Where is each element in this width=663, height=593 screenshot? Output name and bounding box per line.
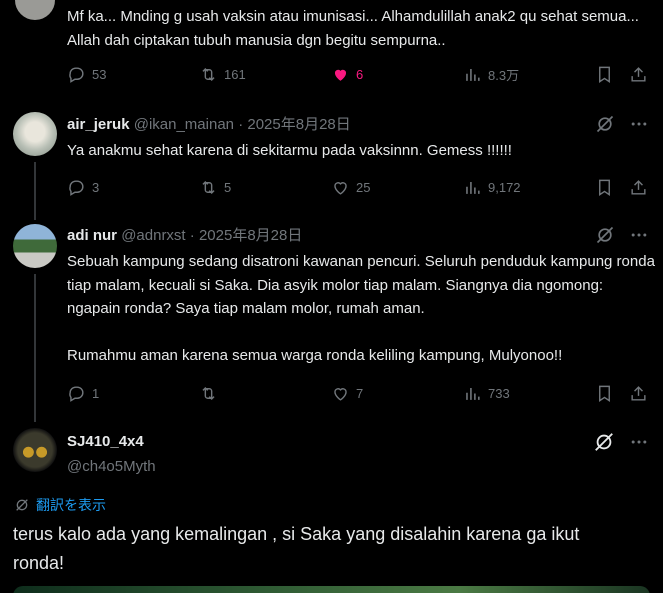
analytics-icon <box>466 68 480 81</box>
like-button[interactable]: 6 <box>331 62 363 86</box>
repost-icon <box>202 386 215 400</box>
heart-icon <box>334 387 347 401</box>
post-date[interactable]: 2025年8月28日 <box>247 116 350 133</box>
reply-button[interactable]: 3 <box>67 175 99 199</box>
bookmark-icon <box>599 179 610 196</box>
view-count: 733 <box>488 385 510 401</box>
share-icon <box>631 66 646 82</box>
post-text: Sebuah kampung sedang disatroni kawanan … <box>67 253 655 364</box>
post-actions: 53 161 6 8.3万 <box>67 62 653 86</box>
view-count: 8.3万 <box>488 67 520 83</box>
post-top-icons <box>595 114 649 134</box>
avatar[interactable] <box>13 0 57 22</box>
post-actions: 1 7 733 <box>67 381 653 405</box>
post-top-icons <box>595 225 649 245</box>
grok-icon[interactable] <box>595 114 615 134</box>
heart-icon <box>334 181 347 195</box>
like-count: 7 <box>356 385 364 401</box>
post-header: adi nur @adnrxst · 2025年8月28日 <box>67 226 302 246</box>
repost-icon <box>202 67 215 81</box>
separator: · <box>189 227 195 244</box>
post-media-image[interactable] <box>13 586 650 593</box>
views-button[interactable]: 733 <box>463 381 510 405</box>
analytics-icon <box>466 387 480 400</box>
grok-icon[interactable] <box>595 225 615 245</box>
user-handle[interactable]: @ikan_mainan <box>134 116 234 133</box>
views-button[interactable]: 9,172 <box>463 175 521 199</box>
reply-button[interactable]: 53 <box>67 62 106 86</box>
more-icon[interactable] <box>629 432 649 452</box>
like-button[interactable]: 7 <box>331 381 363 405</box>
translate-link[interactable]: 翻訳を表示 <box>14 495 106 515</box>
post-text: Mf ka... Mnding g usah vaksin atau imuni… <box>67 8 639 49</box>
repost-count: 161 <box>224 66 246 82</box>
avatar[interactable] <box>13 224 57 268</box>
repost-count: 5 <box>224 179 232 195</box>
reply-button[interactable]: 1 <box>67 381 99 405</box>
display-name[interactable]: air_jeruk <box>67 116 130 133</box>
translate-label: 翻訳を表示 <box>36 497 106 513</box>
translate-icon <box>16 499 28 511</box>
post-top-icons <box>593 431 649 453</box>
avatar[interactable] <box>13 428 57 472</box>
repost-button[interactable]: 5 <box>199 175 231 199</box>
analytics-icon <box>466 181 480 194</box>
share-icon <box>631 385 646 401</box>
post: adi nur @adnrxst · 2025年8月28日 Sebuah kam… <box>0 210 663 420</box>
more-icon[interactable] <box>629 225 649 245</box>
repost-button[interactable]: 161 <box>199 62 246 86</box>
like-button[interactable]: 25 <box>331 175 370 199</box>
separator: · <box>238 116 244 133</box>
reply-count: 53 <box>92 66 107 82</box>
post: Mf ka... Mnding g usah vaksin atau imuni… <box>0 0 663 100</box>
grok-icon[interactable] <box>593 431 615 453</box>
view-count: 9,172 <box>488 179 521 195</box>
post-header: SJ410_4x4 @ch4o5Myth <box>67 432 156 477</box>
post-actions: 3 5 25 9,172 <box>67 175 653 199</box>
post-header: air_jeruk @ikan_mainan · 2025年8月28日 <box>67 115 351 135</box>
repost-button[interactable] <box>199 381 224 405</box>
share-button[interactable] <box>629 381 654 405</box>
reply-count: 3 <box>92 179 100 195</box>
reply-icon <box>69 66 84 83</box>
avatar[interactable] <box>13 112 57 156</box>
more-icon[interactable] <box>629 114 649 134</box>
post-date[interactable]: 2025年8月28日 <box>199 227 302 244</box>
bookmark-icon <box>599 385 610 402</box>
reply-count: 1 <box>92 385 100 401</box>
repost-icon <box>202 180 215 194</box>
user-handle[interactable]: @ch4o5Myth <box>67 457 156 477</box>
main-post-text: terus kalo ada yang kemalingan , si Saka… <box>13 524 580 573</box>
share-button[interactable] <box>629 175 654 199</box>
views-button[interactable]: 8.3万 <box>463 62 519 86</box>
bookmark-button[interactable] <box>595 381 620 405</box>
display-name[interactable]: adi nur <box>67 227 117 244</box>
bookmark-button[interactable] <box>595 175 620 199</box>
user-handle[interactable]: @adnrxst <box>121 227 185 244</box>
display-name[interactable]: SJ410_4x4 <box>67 432 156 452</box>
share-icon <box>631 179 646 195</box>
heart-filled-icon <box>334 69 347 81</box>
post-text: Ya anakmu sehat karena di sekitarmu pada… <box>67 142 512 159</box>
bookmark-icon <box>599 66 610 83</box>
like-count: 6 <box>356 66 364 82</box>
share-button[interactable] <box>629 62 654 86</box>
reply-icon <box>69 385 84 402</box>
bookmark-button[interactable] <box>595 62 620 86</box>
post: air_jeruk @ikan_mainan · 2025年8月28日 Ya a… <box>0 100 663 210</box>
reply-icon <box>69 179 84 196</box>
like-count: 25 <box>356 179 371 195</box>
